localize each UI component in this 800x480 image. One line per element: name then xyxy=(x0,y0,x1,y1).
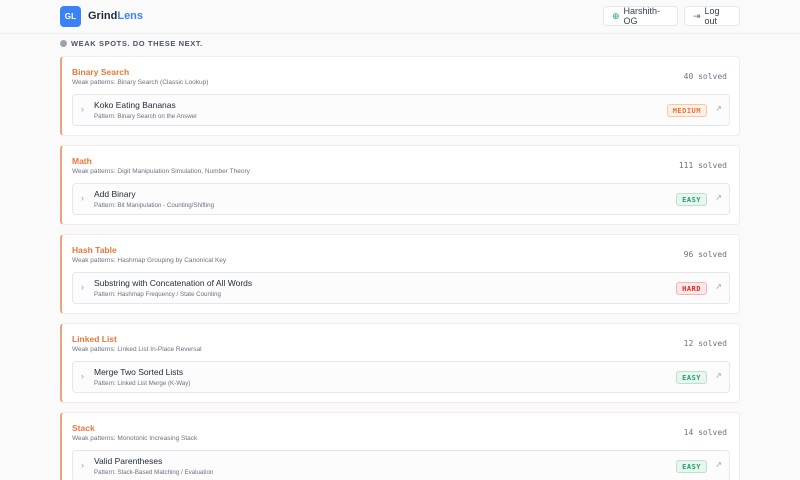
external-link-icon[interactable]: ↗ xyxy=(715,104,722,113)
brand-part-1: Grind xyxy=(88,10,118,22)
weak-patterns: Weak patterns: Hashmap Grouping by Canon… xyxy=(72,257,227,264)
category-title: Hash Table xyxy=(72,245,117,255)
problem-pattern: Pattern: Hashmap Frequency / State Count… xyxy=(94,291,221,298)
problem-name: Add Binary xyxy=(94,189,136,199)
category-title: Math xyxy=(72,156,92,166)
difficulty-badge: HARD xyxy=(676,282,707,295)
solved-count: 40 solved xyxy=(683,72,727,81)
problem-name: Merge Two Sorted Lists xyxy=(94,367,184,377)
chevron-right-icon[interactable]: › xyxy=(81,460,84,470)
chevron-right-icon[interactable]: › xyxy=(81,282,84,292)
difficulty-badge: EASY xyxy=(676,193,707,206)
problem-pattern: Pattern: Stack-Based Matching / Evaluati… xyxy=(94,469,214,476)
problem-row[interactable]: › Substring with Concatenation of All Wo… xyxy=(72,272,730,304)
category-card: Math Weak patterns: Digit Manipulation S… xyxy=(60,145,740,225)
section-title-text: WEAK SPOTS. DO THESE NEXT. xyxy=(71,38,203,48)
logout-icon: ⇥ xyxy=(693,10,701,21)
category-title: Linked List xyxy=(72,334,117,344)
category-card: Linked List Weak patterns: Linked List I… xyxy=(60,323,740,403)
category-card: Stack Weak patterns: Monotonic Increasin… xyxy=(60,412,740,480)
weak-patterns: Weak patterns: Linked List In-Place Reve… xyxy=(72,346,202,353)
solved-count: 12 solved xyxy=(683,339,727,348)
logout-button[interactable]: ⇥ Log out xyxy=(684,6,740,26)
category-card: Hash Table Weak patterns: Hashmap Groupi… xyxy=(60,234,740,314)
solved-count: 96 solved xyxy=(683,250,727,259)
app-logo[interactable]: GL xyxy=(60,6,81,27)
problem-row[interactable]: › Koko Eating Bananas Pattern: Binary Se… xyxy=(72,94,730,126)
external-link-icon[interactable]: ↗ xyxy=(715,460,722,469)
section-title: WEAK SPOTS. DO THESE NEXT. xyxy=(60,38,203,48)
problem-name: Substring with Concatenation of All Word… xyxy=(94,278,253,288)
chevron-right-icon[interactable]: › xyxy=(81,104,84,114)
status-dot-icon xyxy=(60,39,67,47)
difficulty-badge: EASY xyxy=(676,371,707,384)
solved-count: 111 solved xyxy=(678,161,727,170)
problem-name: Valid Parentheses xyxy=(94,456,163,466)
user-button[interactable]: ⊕ Harshith-OG xyxy=(603,6,678,26)
problem-row[interactable]: › Add Binary Pattern: Bit Manipulation -… xyxy=(72,183,730,215)
problem-row[interactable]: › Merge Two Sorted Lists Pattern: Linked… xyxy=(72,361,730,393)
external-link-icon[interactable]: ↗ xyxy=(715,193,722,202)
category-card: Binary Search Weak patterns: Binary Sear… xyxy=(60,56,740,136)
logout-label: Log out xyxy=(704,6,720,26)
external-link-icon[interactable]: ↗ xyxy=(715,371,722,380)
solved-count: 14 solved xyxy=(683,428,727,437)
weak-patterns: Weak patterns: Monotonic Increasing Stac… xyxy=(72,435,198,442)
problem-pattern: Pattern: Linked List Merge (K-Way) xyxy=(94,380,191,387)
difficulty-badge: MEDIUM xyxy=(666,104,707,117)
brand-part-2: Lens xyxy=(117,10,144,22)
globe-icon: ⊕ xyxy=(612,10,620,21)
problem-pattern: Pattern: Binary Search on the Answer xyxy=(94,113,198,120)
problem-name: Koko Eating Bananas xyxy=(94,100,176,110)
category-title: Binary Search xyxy=(72,67,130,77)
problem-row[interactable]: › Valid Parentheses Pattern: Stack-Based… xyxy=(72,450,730,480)
weak-patterns: Weak patterns: Digit Manipulation Simula… xyxy=(72,168,250,175)
app-brand[interactable]: GrindLens xyxy=(88,10,143,22)
category-title: Stack xyxy=(72,423,95,433)
top-bar: GL GrindLens ⊕ Harshith-OG ⇥ Log out xyxy=(0,0,800,34)
user-label: Harshith-OG xyxy=(623,6,661,26)
difficulty-badge: EASY xyxy=(676,460,707,473)
external-link-icon[interactable]: ↗ xyxy=(715,282,722,291)
chevron-right-icon[interactable]: › xyxy=(81,193,84,203)
problem-pattern: Pattern: Bit Manipulation - Counting/Shi… xyxy=(94,202,215,209)
weak-patterns: Weak patterns: Binary Search (Classic Lo… xyxy=(72,79,209,86)
chevron-right-icon[interactable]: › xyxy=(81,371,84,381)
